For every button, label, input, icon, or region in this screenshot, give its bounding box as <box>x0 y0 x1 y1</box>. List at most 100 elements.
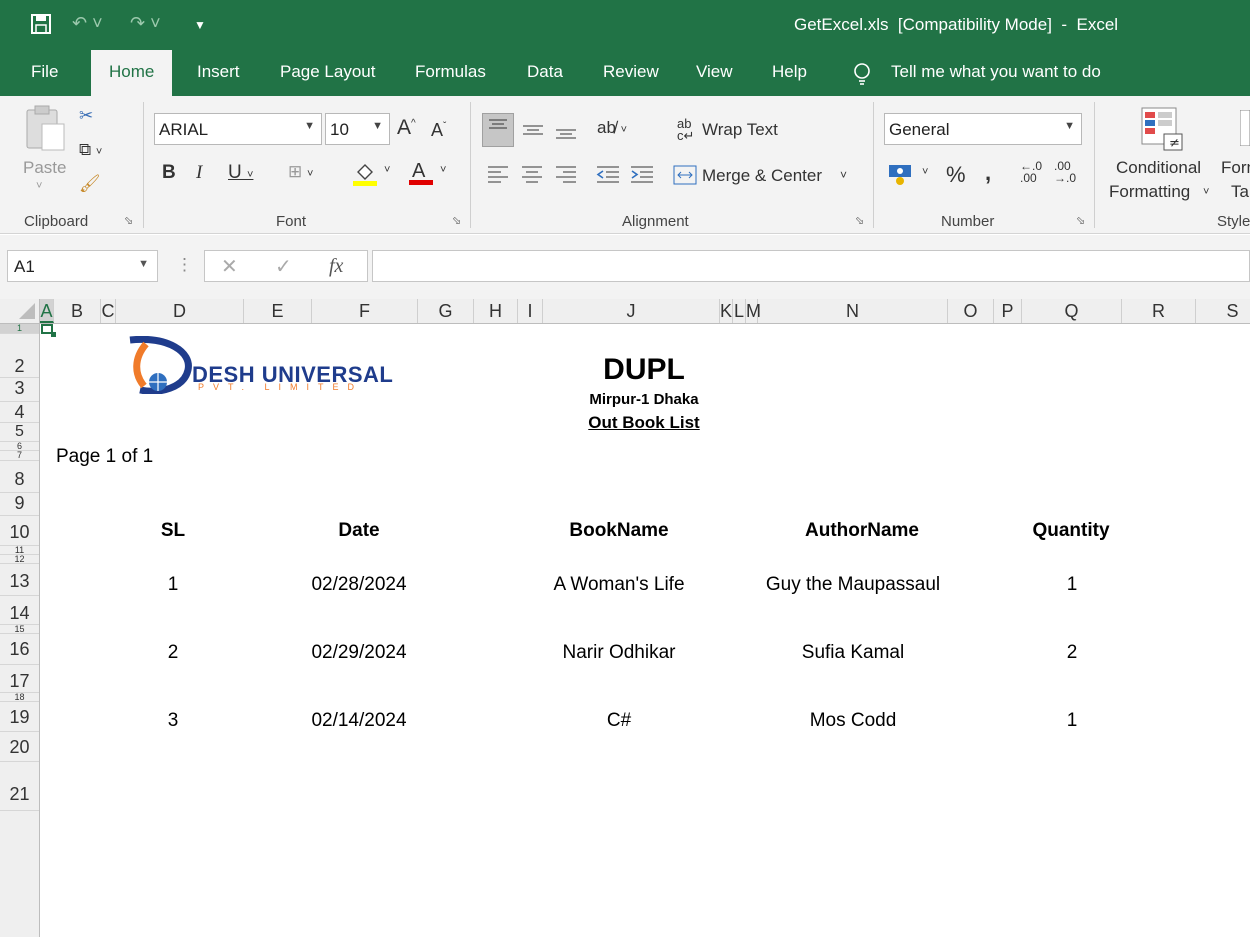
column-header-f[interactable]: F <box>312 299 418 323</box>
tell-me-input[interactable]: Tell me what you want to do <box>891 62 1101 82</box>
font-color-dropdown-icon[interactable]: ˅ <box>440 164 446 176</box>
column-header-l[interactable]: L <box>733 299 746 323</box>
row-header-15[interactable]: 15 <box>0 625 39 634</box>
column-header-k[interactable]: K <box>720 299 733 323</box>
row-header-19[interactable]: 19 <box>0 702 39 732</box>
formula-input[interactable] <box>372 250 1250 282</box>
bottom-align-button[interactable] <box>555 120 577 145</box>
row-header-10[interactable]: 10 <box>0 516 39 546</box>
merge-center-icon[interactable] <box>673 164 697 191</box>
font-color-icon[interactable]: A <box>408 158 434 191</box>
comma-style-icon[interactable]: , <box>985 160 991 186</box>
row-header-8[interactable]: 8 <box>0 461 39 493</box>
column-header-g[interactable]: G <box>418 299 474 323</box>
row-header-18[interactable]: 18 <box>0 693 39 702</box>
copy-icon[interactable]: ⧉ ˅ <box>79 140 102 160</box>
paste-button-label[interactable]: Paste <box>23 158 66 178</box>
row-header-4[interactable]: 4 <box>0 402 39 423</box>
font-name-select[interactable]: ARIAL ▼ <box>154 113 322 145</box>
tab-page-layout[interactable]: Page Layout <box>280 62 375 82</box>
tab-insert[interactable]: Insert <box>197 62 240 82</box>
tab-file[interactable]: File <box>31 62 58 82</box>
number-launcher-icon[interactable]: ⬂ <box>1076 214 1085 227</box>
column-header-c[interactable]: C <box>101 299 116 323</box>
column-header-b[interactable]: B <box>54 299 101 323</box>
select-all-button[interactable] <box>0 299 40 323</box>
tab-help[interactable]: Help <box>772 62 807 82</box>
name-box[interactable]: A1 ▼ <box>7 250 158 282</box>
tab-formulas[interactable]: Formulas <box>415 62 486 82</box>
merge-dropdown-icon[interactable]: ˅ <box>840 168 847 182</box>
tab-home[interactable]: Home <box>91 50 173 96</box>
bold-button[interactable]: B <box>162 162 176 184</box>
row-header-21[interactable]: 21 <box>0 762 39 811</box>
format-painter-icon[interactable]: 🖌 <box>79 174 101 194</box>
decrease-decimal-icon[interactable]: .00 →.0 <box>1054 160 1076 184</box>
row-header-14[interactable]: 14 <box>0 596 39 625</box>
column-header-j[interactable]: J <box>543 299 720 323</box>
column-header-r[interactable]: R <box>1122 299 1196 323</box>
undo-icon[interactable]: ↶ ˅ <box>72 13 103 34</box>
fill-handle[interactable] <box>51 332 56 337</box>
alignment-launcher-icon[interactable]: ⬂ <box>855 214 864 227</box>
cut-icon[interactable]: ✂ <box>79 106 93 126</box>
increase-font-icon[interactable]: A^ <box>397 116 416 140</box>
enter-icon[interactable]: ✓ <box>275 254 292 279</box>
merge-center-button[interactable]: Merge & Center <box>702 166 822 186</box>
fill-color-dropdown-icon[interactable]: ˅ <box>384 164 390 176</box>
column-header-m[interactable]: M <box>746 299 761 323</box>
top-align-button[interactable] <box>482 113 514 147</box>
save-icon[interactable] <box>30 13 52 40</box>
column-header-o[interactable]: O <box>948 299 994 323</box>
insert-function-button[interactable]: fx <box>329 255 343 278</box>
column-header-p[interactable]: P <box>994 299 1022 323</box>
wrap-text-icon[interactable]: ab c↵ <box>677 117 694 142</box>
row-header-17[interactable]: 17 <box>0 665 39 693</box>
paste-icon[interactable] <box>24 104 66 157</box>
column-header-i[interactable]: I <box>518 299 543 323</box>
column-header-n[interactable]: N <box>758 299 948 323</box>
paste-dropdown-icon[interactable]: ˅ <box>36 180 42 192</box>
clipboard-launcher-icon[interactable]: ⬂ <box>124 214 133 227</box>
orientation-icon[interactable]: ab̸ ˅ <box>597 118 627 138</box>
redo-icon[interactable]: ↷ ˅ <box>130 13 161 34</box>
column-header-e[interactable]: E <box>244 299 312 323</box>
row-header-9[interactable]: 9 <box>0 493 39 516</box>
align-left-button[interactable] <box>487 164 509 189</box>
row-header-3[interactable]: 3 <box>0 378 39 402</box>
decrease-indent-icon[interactable] <box>596 164 620 189</box>
percent-style-icon[interactable]: % <box>946 162 966 188</box>
align-right-button[interactable] <box>555 164 577 189</box>
decrease-font-icon[interactable]: Aˇ <box>431 120 446 141</box>
conditional-formatting-label-2[interactable]: Formatting <box>1109 182 1190 202</box>
column-header-s[interactable]: S <box>1196 299 1250 323</box>
underline-button[interactable]: U ˅ <box>228 162 253 184</box>
format-as-table-icon[interactable] <box>1239 109 1250 151</box>
increase-decimal-icon[interactable]: ←.0.00 <box>1020 160 1042 184</box>
conditional-formatting-label-1[interactable]: Conditional <box>1116 158 1201 178</box>
align-center-button[interactable] <box>521 164 543 189</box>
accounting-format-icon[interactable] <box>888 162 914 191</box>
worksheet-grid[interactable]: DESH UNIVERSAL PVT. LIMITED DUPL Mirpur-… <box>40 324 1250 937</box>
row-header-12[interactable]: 12 <box>0 555 39 564</box>
row-header-1[interactable]: 1 <box>0 324 39 334</box>
font-launcher-icon[interactable]: ⬂ <box>452 214 461 227</box>
row-header-7[interactable]: 7 <box>0 451 39 461</box>
conditional-formatting-icon[interactable]: ≠ <box>1140 106 1186 157</box>
conditional-dropdown-icon[interactable]: ˅ <box>1203 186 1209 198</box>
increase-indent-icon[interactable] <box>630 164 654 189</box>
row-header-2[interactable]: 2 <box>0 334 39 378</box>
column-header-a[interactable]: A <box>40 299 54 323</box>
cancel-icon[interactable]: ✕ <box>221 254 238 279</box>
column-header-d[interactable]: D <box>116 299 244 323</box>
italic-button[interactable]: I <box>196 162 202 184</box>
tab-data[interactable]: Data <box>527 62 563 82</box>
middle-align-button[interactable] <box>522 120 544 145</box>
row-header-20[interactable]: 20 <box>0 732 39 762</box>
row-header-5[interactable]: 5 <box>0 423 39 442</box>
column-header-h[interactable]: H <box>474 299 518 323</box>
format-as-table-label-2[interactable]: Tal <box>1231 182 1250 202</box>
borders-icon[interactable]: ⊞ ˅ <box>288 162 313 182</box>
row-header-13[interactable]: 13 <box>0 564 39 596</box>
row-header-16[interactable]: 16 <box>0 634 39 665</box>
